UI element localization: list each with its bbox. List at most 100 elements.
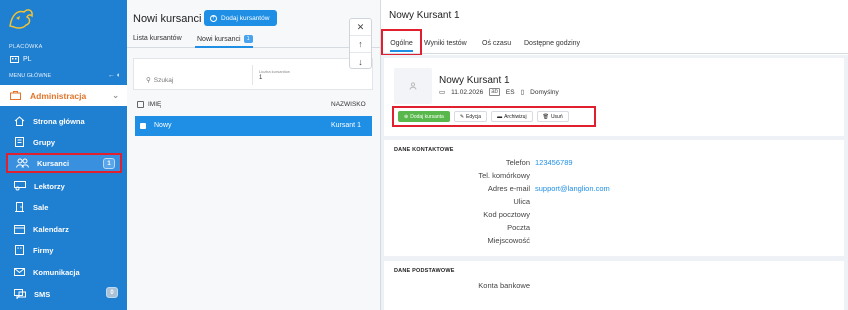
door-icon [15, 202, 24, 212]
field-label: Adres e-mail [487, 184, 530, 193]
basic-section-title: DANE PODSTAWOWE [394, 268, 455, 274]
basic-data-card: DANE PODSTAWOWE Konta bankowe [384, 261, 844, 310]
sms-count-badge: 0 [106, 287, 118, 298]
sidebar-item-label: Lektorzy [34, 181, 65, 191]
field-label: Tel. komórkowy [478, 171, 530, 180]
field-row: Miejscowość [384, 236, 844, 248]
sidebar-item-label: Sale [33, 202, 49, 212]
sidebar-item-firmy[interactable]: Firmy [0, 240, 127, 260]
student-meta: ▭ 11.02.2026 ab ES ▯ Domyślny [439, 88, 559, 96]
panel-controls: ✕ ↑ ↓ [349, 18, 372, 69]
table-row[interactable]: Nowy Kursant 1 [135, 116, 372, 136]
divider [252, 65, 253, 85]
close-icon[interactable]: ✕ [350, 19, 371, 36]
tab-count-badge: 1 [243, 35, 253, 43]
count-label: Liczba kursantów [259, 69, 290, 74]
row-first-name: Nowy [154, 122, 172, 129]
button-label: Usuń [550, 113, 563, 120]
tab-label: Ogólne [390, 40, 413, 52]
filter-bar: ⚲ Szukaj Liczba kursantów 1 [133, 58, 373, 90]
sidebar-item-komunikacja[interactable]: Komunikacja [0, 262, 127, 282]
email-value[interactable]: support@langlion.com [535, 184, 610, 193]
language-icon: ab [489, 88, 500, 96]
kursanci-count-badge: 1 [103, 158, 115, 169]
col-first-name[interactable]: IMIĘ [137, 101, 161, 108]
avatar[interactable] [394, 68, 432, 104]
sidebar-item-label: Firmy [33, 245, 54, 255]
page-title: Nowi kursanci [133, 13, 202, 25]
tab-dostepne-godziny[interactable]: Dostępne godziny [524, 40, 580, 47]
created-date: 11.02.2026 [451, 88, 484, 96]
tab-nowi-kursanci[interactable]: Nowi kursanci 1 [197, 35, 253, 43]
sidebar-item-kalendarz[interactable]: Kalendarz [0, 219, 127, 239]
calendar-icon: ▭ [439, 89, 446, 96]
briefcase-icon [10, 91, 21, 100]
sidebar-item-label: Kalendarz [33, 224, 69, 234]
sidebar-item-label: Komunikacja [33, 267, 80, 277]
add-students-button[interactable]: + Dodaj kursantów [204, 10, 278, 26]
student-name: Nowy Kursant 1 [439, 75, 510, 86]
field-label: Kod pocztowy [483, 210, 530, 219]
delete-button[interactable]: 🗑 Usuń [536, 111, 569, 122]
trash-icon: 🗑 [542, 113, 549, 120]
col-last-name[interactable]: NAZWISKO [331, 101, 366, 108]
placowka-label: PLACÓWKA [9, 44, 43, 50]
detail-tabs: Ogólne Wyniki testów Oś czasu Dostępne g… [381, 29, 848, 56]
sidebar-item-label: Kursanci [37, 158, 70, 168]
add-student-button[interactable]: ⊕ Dodaj kursanta [398, 111, 450, 122]
chevron-down-icon: ⌄ [112, 91, 119, 100]
book-icon [15, 137, 24, 147]
edit-button[interactable]: ✎ Edycja [453, 111, 488, 122]
tab-wyniki-testow[interactable]: Wyniki testów [424, 40, 467, 47]
field-label: Konta bankowe [478, 281, 530, 290]
sidebar-item-lektorzy[interactable]: Lektorzy [0, 176, 127, 196]
sidebar: PLACÓWKA PL MENU GŁÓWNE ← ◐ Administracj… [0, 0, 127, 310]
lion-logo-icon[interactable] [6, 4, 36, 32]
tab-ogolne[interactable]: Ogólne [381, 29, 422, 56]
button-label: Archiwizuj [504, 113, 527, 120]
phone-value[interactable]: 123456789 [535, 158, 573, 167]
contact-card: DANE KONTAKTOWE Telefon 123456789 Tel. ko… [384, 140, 844, 256]
button-label: Dodaj kursanta [410, 113, 444, 120]
search-input[interactable]: ⚲ Szukaj [146, 76, 173, 85]
profile-card: Nowy Kursant 1 ▭ 11.02.2026 ab ES ▯ Domy… [384, 58, 844, 136]
mail-icon [14, 268, 25, 276]
field-row: Telefon 123456789 [384, 158, 844, 170]
archive-button[interactable]: ▬ Archiwizuj [491, 111, 533, 122]
button-label: Edycja [466, 113, 482, 120]
field-row: Ulica [384, 197, 844, 209]
field-row: Adres e-mail support@langlion.com [384, 184, 844, 196]
field-label: Poczta [507, 223, 530, 232]
sidebar-item-sms[interactable]: SMS 0 [0, 284, 127, 304]
home-icon [14, 116, 25, 126]
tab-lista-kursantow[interactable]: Lista kursantów [133, 35, 182, 42]
contact-section-title: DANE KONTAKTOWE [394, 147, 454, 153]
active-tab-underline [195, 46, 253, 48]
col-first-label: IMIĘ [148, 101, 162, 108]
field-label: Ulica [513, 197, 530, 206]
arrow-down-icon[interactable]: ↓ [350, 53, 371, 70]
detail-panel: Nowy Kursant 1 Ogólne Wyniki testów Oś c… [380, 0, 848, 310]
field-row: Tel. komórkowy [384, 171, 844, 183]
sidebar-item-kursanci[interactable]: Kursanci 1 [6, 153, 122, 173]
count-value: 1 [259, 75, 263, 81]
sidebar-item-strona-glowna[interactable]: Strona główna [0, 111, 127, 131]
users-icon [16, 158, 29, 168]
arrow-up-icon[interactable]: ↑ [350, 36, 371, 53]
collapse-theme-controls[interactable]: ← ◐ [108, 72, 121, 79]
admin-section-toggle[interactable]: Administracja ⌄ [0, 85, 127, 106]
sidebar-item-label: SMS [34, 289, 51, 299]
language-value: ES [505, 88, 515, 96]
search-icon: ⚲ [146, 77, 151, 84]
chat-icon [14, 289, 26, 299]
tab-os-czasu[interactable]: Oś czasu [482, 40, 511, 47]
sidebar-item-grupy[interactable]: Grupy [0, 132, 127, 152]
checkbox-icon[interactable] [137, 101, 144, 108]
row-last-name: Kursant 1 [331, 122, 361, 129]
plus-icon: ⊕ [404, 113, 409, 120]
sidebar-item-label: Grupy [33, 137, 56, 147]
row-checkbox[interactable] [140, 123, 146, 129]
building-icon [15, 245, 24, 255]
placowka-selector[interactable]: PL [10, 56, 32, 63]
sidebar-item-sale[interactable]: Sale [0, 197, 127, 217]
